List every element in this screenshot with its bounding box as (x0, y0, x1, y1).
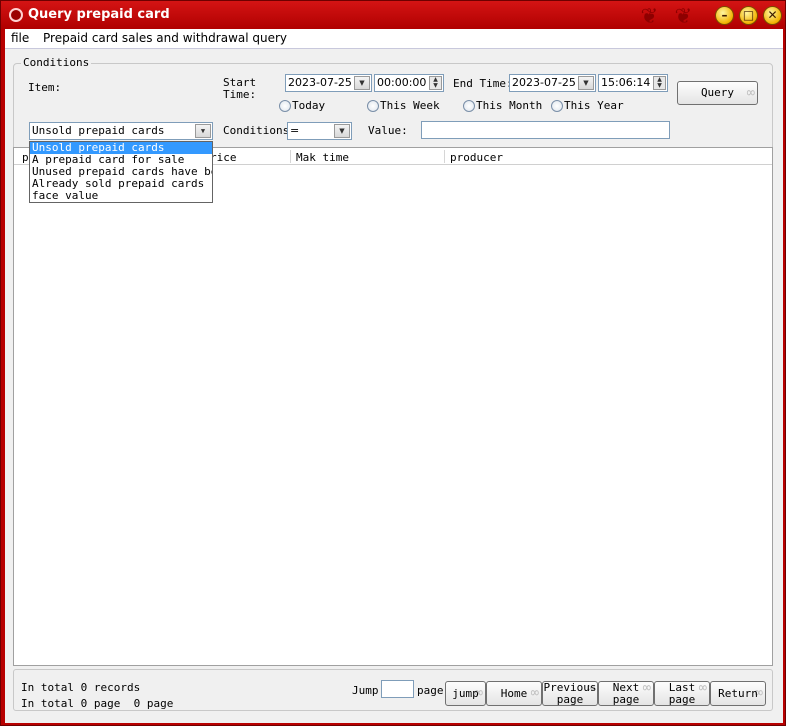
next-page-button[interactable]: ∞ Next page (598, 681, 654, 706)
conditions-select-value: = (290, 124, 300, 137)
radio-this-year-label[interactable]: This Year (564, 99, 624, 112)
conditions-label: Conditions: (223, 124, 296, 137)
window-title: Query prepaid card (28, 7, 170, 22)
start-date-picker[interactable]: 2023-07-25 ▼ (285, 74, 372, 92)
radio-this-week-label[interactable]: This Week (380, 99, 440, 112)
query-button[interactable]: ∞ Query (677, 81, 758, 105)
radio-this-month-label[interactable]: This Month (476, 99, 542, 112)
column-divider[interactable] (290, 150, 291, 163)
spin-icon[interactable]: ▲ ▼ (429, 76, 442, 90)
start-time-input[interactable]: 00:00:00 ▲ ▼ (374, 74, 444, 92)
value-input[interactable] (421, 121, 670, 139)
page-label: page (417, 684, 444, 697)
results-grid[interactable]: p rice Mak time producer (13, 147, 773, 666)
records-total: In total 0 records (21, 681, 141, 694)
radio-this-month[interactable] (463, 100, 475, 112)
swirl-icon: ∞ (530, 685, 539, 701)
chevron-down-icon[interactable]: ▼ (354, 76, 370, 90)
item-label: Item: (28, 81, 62, 94)
jump-label: Jump (352, 684, 379, 697)
column-header[interactable]: Mak time (296, 151, 349, 164)
radio-this-week[interactable] (367, 100, 379, 112)
column-header[interactable]: rice (210, 151, 237, 164)
maximize-button[interactable]: □ (739, 6, 758, 25)
spin-icon[interactable]: ▲ ▼ (653, 76, 666, 90)
end-time-input[interactable]: 15:06:14 ▲ ▼ (598, 74, 668, 92)
item-select[interactable]: Unsold prepaid cards ▼ (29, 122, 213, 140)
swirl-icon: ∞ (698, 681, 707, 696)
last-page-button[interactable]: ∞ Last page (654, 681, 710, 706)
end-date-picker[interactable]: 2023-07-25 ▼ (509, 74, 596, 92)
conditions-legend: Conditions (21, 56, 92, 69)
column-header[interactable]: producer (450, 151, 503, 164)
end-date-value: 2023-07-25 (512, 76, 576, 89)
radio-today[interactable] (279, 100, 291, 112)
radio-today-label[interactable]: Today (292, 99, 325, 112)
jump-button[interactable]: ∞ jump (445, 681, 486, 706)
item-dropdown-list[interactable]: Unsold prepaid cards A prepaid card for … (29, 141, 213, 203)
client-area: file Prepaid card sales and withdrawal q… (5, 29, 783, 723)
dropdown-option[interactable]: face value (30, 190, 212, 202)
jump-page-input[interactable] (381, 680, 414, 698)
return-button[interactable]: ∞ Return (710, 681, 766, 706)
chevron-down-icon[interactable]: ▼ (334, 124, 350, 138)
swirl-decoration-icon: ❦ (675, 0, 691, 30)
close-button[interactable]: ✕ (763, 6, 782, 25)
swirl-icon: ∞ (642, 681, 651, 696)
dropdown-option[interactable]: Already sold prepaid cards (30, 178, 212, 190)
conditions-select[interactable]: = ▼ (287, 122, 352, 140)
pages-total: In total 0 page 0 page (21, 697, 174, 710)
dropdown-option[interactable]: Unsold prepaid cards (30, 142, 212, 154)
dropdown-option[interactable]: A prepaid card for sale (30, 154, 212, 166)
menu-bar: file Prepaid card sales and withdrawal q… (5, 29, 783, 49)
app-icon (9, 8, 23, 22)
menu-prepaid-card-query[interactable]: Prepaid card sales and withdrawal query (43, 31, 287, 45)
dropdown-option[interactable]: Unused prepaid cards have been (30, 166, 212, 178)
minimize-button[interactable]: – (715, 6, 734, 25)
column-header[interactable]: p (22, 151, 29, 164)
chevron-down-icon[interactable]: ▼ (578, 76, 594, 90)
column-divider[interactable] (444, 150, 445, 163)
item-select-value: Unsold prepaid cards (32, 124, 165, 137)
previous-page-button[interactable]: ∞ Previous page (542, 681, 598, 706)
home-button[interactable]: ∞ Home (486, 681, 542, 706)
swirl-icon: ∞ (746, 85, 755, 101)
end-time-value: 15:06:14 (601, 76, 651, 89)
app-window: Query prepaid card ❦ ❦ – □ ✕ file Prepai… (0, 0, 786, 726)
value-label: Value: (368, 124, 408, 137)
start-time-value: 00:00:00 (377, 76, 427, 89)
chevron-down-icon[interactable]: ▼ (195, 124, 211, 138)
start-time-label: Start Time: (223, 76, 257, 101)
start-date-value: 2023-07-25 (288, 76, 352, 89)
menu-file[interactable]: file (11, 31, 29, 45)
title-bar[interactable]: Query prepaid card ❦ ❦ – □ ✕ (1, 1, 785, 29)
end-time-label: End Time: (453, 77, 513, 90)
radio-this-year[interactable] (551, 100, 563, 112)
